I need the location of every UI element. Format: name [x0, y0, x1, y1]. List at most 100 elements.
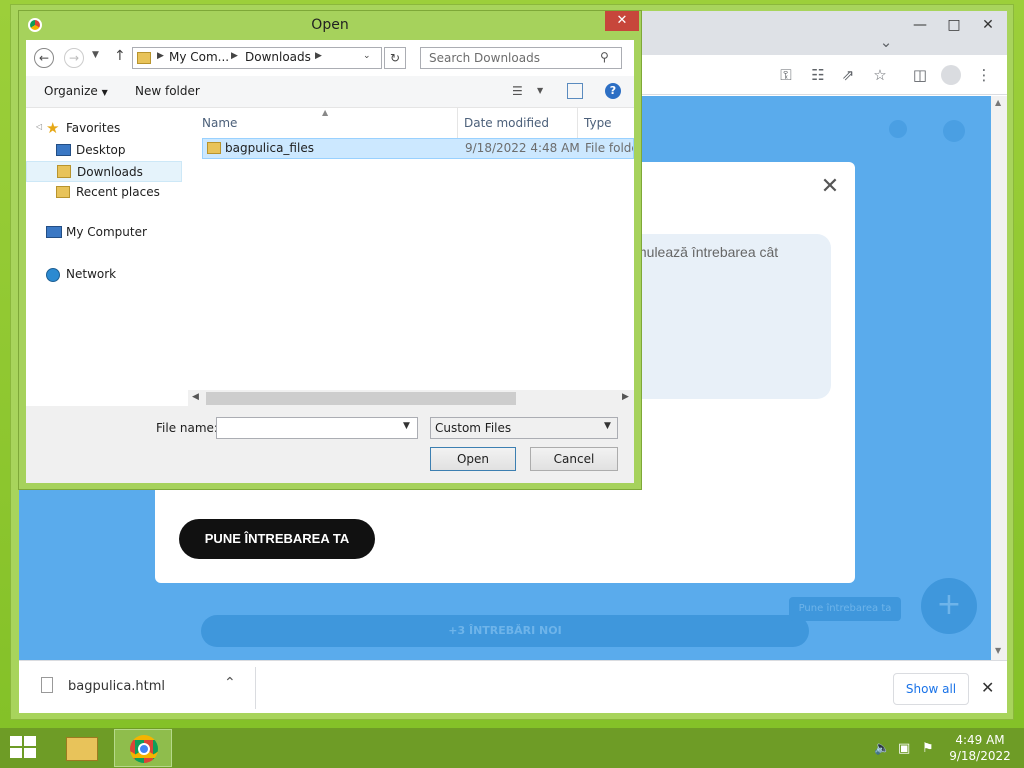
- menu-kebab-icon[interactable]: ⋮: [973, 64, 995, 86]
- bookmark-star-icon[interactable]: ☆: [869, 64, 891, 86]
- expand-arrow-icon[interactable]: ◁: [36, 122, 42, 131]
- scroll-up-icon[interactable]: ▲: [995, 98, 1001, 107]
- nav-item-downloads[interactable]: Downloads: [26, 161, 182, 182]
- side-panel-icon[interactable]: ◫: [909, 64, 931, 86]
- new-questions-button[interactable]: +3 ÎNTREBĂRI NOI: [201, 615, 809, 647]
- dialog-footer: File name: ▼ Custom Files ▼ Open Cancel: [26, 406, 634, 483]
- recent-locations-chevron-icon[interactable]: ▼: [92, 50, 99, 60]
- forward-arrow-icon[interactable]: →: [64, 48, 84, 68]
- translate-icon[interactable]: ☷: [807, 64, 829, 86]
- breadcrumb-downloads[interactable]: Downloads: [245, 50, 311, 64]
- nav-item-label: Recent places: [76, 185, 160, 199]
- nav-item-recent-places[interactable]: Recent places: [26, 182, 182, 203]
- column-header-name[interactable]: Name: [196, 108, 458, 138]
- favorites-star-icon: ★: [46, 119, 60, 137]
- info-bubble-text: mulează întrebarea cât: [635, 244, 779, 260]
- file-type-dropdown-icon[interactable]: ▼: [604, 421, 611, 431]
- nav-network[interactable]: Network: [66, 267, 116, 281]
- up-arrow-icon[interactable]: ↑: [114, 48, 126, 64]
- command-bar: Organize ▼ New folder ☰ ▼ ?: [26, 76, 634, 108]
- window-close-icon[interactable]: ✕: [971, 13, 1005, 37]
- back-arrow-icon[interactable]: ←: [34, 48, 54, 68]
- address-bar[interactable]: ▶ My Com... ▶ Downloads ▶ ⌄: [132, 47, 382, 69]
- volume-muted-icon[interactable]: 🔈: [874, 741, 890, 756]
- refresh-icon[interactable]: ↻: [384, 47, 406, 69]
- folder-icon: [207, 142, 221, 154]
- nav-my-computer[interactable]: My Computer: [66, 225, 147, 239]
- tab-search-chevron-icon[interactable]: ⌄: [875, 31, 897, 53]
- file-name-dropdown-icon[interactable]: ▼: [403, 421, 410, 431]
- user-avatar[interactable]: [943, 120, 965, 142]
- minimize-icon[interactable]: —: [903, 13, 937, 37]
- file-icon: [41, 677, 53, 693]
- my-computer-icon: [46, 226, 62, 238]
- organize-button[interactable]: Organize ▼: [44, 84, 108, 98]
- file-type-select[interactable]: Custom Files: [430, 417, 618, 439]
- file-type: File folder: [585, 141, 633, 155]
- nav-favorites[interactable]: Favorites: [66, 121, 120, 135]
- file-explorer-icon[interactable]: [56, 729, 114, 767]
- column-header-date[interactable]: Date modified: [458, 108, 578, 138]
- preview-pane-icon[interactable]: [567, 83, 583, 99]
- nav-item-label: Desktop: [76, 143, 126, 157]
- navigation-pane: ◁ ★ Favorites Desktop Downloads Recent p…: [26, 108, 190, 406]
- chrome-taskbar-icon[interactable]: [114, 729, 172, 767]
- recent-places-icon: [56, 186, 70, 198]
- dialog-title: Open: [311, 17, 349, 33]
- file-list: ▲ Name Date modified Type bagpulica_file…: [196, 108, 634, 398]
- breadcrumb-separator-icon: ▶: [231, 51, 238, 61]
- profile-avatar-icon[interactable]: [941, 65, 961, 85]
- clock-date: 9/18/2022: [949, 749, 1011, 763]
- taskbar-clock[interactable]: 4:49 AM 9/18/2022: [944, 732, 1016, 764]
- breadcrumb-my-computer[interactable]: My Com...: [169, 50, 229, 64]
- open-file-dialog: Open ✕ ← → ▼ ↑ ▶ My Com... ▶ Downloads ▶…: [18, 10, 642, 490]
- view-dropdown-icon[interactable]: ▼: [537, 86, 543, 95]
- notification-bell-icon[interactable]: [889, 120, 907, 138]
- horizontal-scrollbar[interactable]: ◀ ▶: [188, 390, 634, 407]
- navigation-row: ← → ▼ ↑ ▶ My Com... ▶ Downloads ▶ ⌄ ↻ Se…: [26, 40, 634, 76]
- modal-close-icon[interactable]: ✕: [817, 174, 843, 200]
- search-input[interactable]: Search Downloads: [420, 47, 622, 69]
- network-status-icon[interactable]: ▣: [898, 741, 910, 756]
- downloads-folder-icon: [57, 165, 71, 178]
- show-all-button[interactable]: Show all: [893, 673, 969, 705]
- search-icon[interactable]: ⚲: [600, 50, 609, 64]
- file-name-input[interactable]: [216, 417, 418, 439]
- cancel-button[interactable]: Cancel: [530, 447, 618, 471]
- key-icon[interactable]: ⚿: [775, 64, 797, 86]
- new-folder-button[interactable]: New folder: [135, 84, 200, 98]
- dialog-title-bar[interactable]: Open ✕: [19, 11, 641, 39]
- download-bar: bagpulica.html ⌃ Show all ✕: [19, 660, 1007, 713]
- view-options-icon[interactable]: ☰: [512, 84, 523, 98]
- divider: [255, 667, 256, 709]
- maximize-icon[interactable]: □: [937, 13, 971, 37]
- organize-label: Organize: [44, 84, 98, 98]
- share-icon[interactable]: ⇗: [837, 64, 859, 86]
- chevron-up-icon[interactable]: ⌃: [224, 675, 236, 691]
- scroll-right-icon[interactable]: ▶: [622, 392, 629, 402]
- scroll-left-icon[interactable]: ◀: [192, 392, 199, 402]
- downloads-folder-icon: [137, 52, 151, 64]
- ask-question-button[interactable]: PUNE ÎNTREBAREA TA: [179, 519, 375, 559]
- windows-start-icon[interactable]: [10, 736, 38, 760]
- file-row[interactable]: bagpulica_files 9/18/2022 4:48 AM File f…: [202, 138, 634, 159]
- dialog-body: ← → ▼ ↑ ▶ My Com... ▶ Downloads ▶ ⌄ ↻ Se…: [26, 40, 634, 483]
- fab-plus-button[interactable]: +: [921, 578, 977, 634]
- open-button[interactable]: Open: [430, 447, 516, 471]
- page-scrollbar[interactable]: ▲ ▼: [991, 96, 1007, 660]
- taskbar: 🔈 ▣ ⚑ 4:49 AM 9/18/2022: [0, 728, 1024, 768]
- download-file-name[interactable]: bagpulica.html: [68, 679, 165, 694]
- download-bar-close-icon[interactable]: ✕: [981, 678, 994, 697]
- clock-time: 4:49 AM: [955, 733, 1005, 747]
- file-name: bagpulica_files: [225, 141, 314, 155]
- file-name-label: File name:: [156, 421, 218, 435]
- nav-item-desktop[interactable]: Desktop: [26, 140, 182, 161]
- address-dropdown-icon[interactable]: ⌄: [363, 51, 371, 61]
- column-header-type[interactable]: Type: [578, 108, 634, 138]
- help-icon[interactable]: ?: [605, 83, 621, 99]
- scroll-down-icon[interactable]: ▼: [995, 646, 1001, 655]
- dialog-close-button[interactable]: ✕: [605, 11, 639, 31]
- desktop-icon: [56, 144, 71, 156]
- action-center-icon[interactable]: ⚑: [922, 741, 934, 756]
- scroll-thumb[interactable]: [206, 392, 516, 405]
